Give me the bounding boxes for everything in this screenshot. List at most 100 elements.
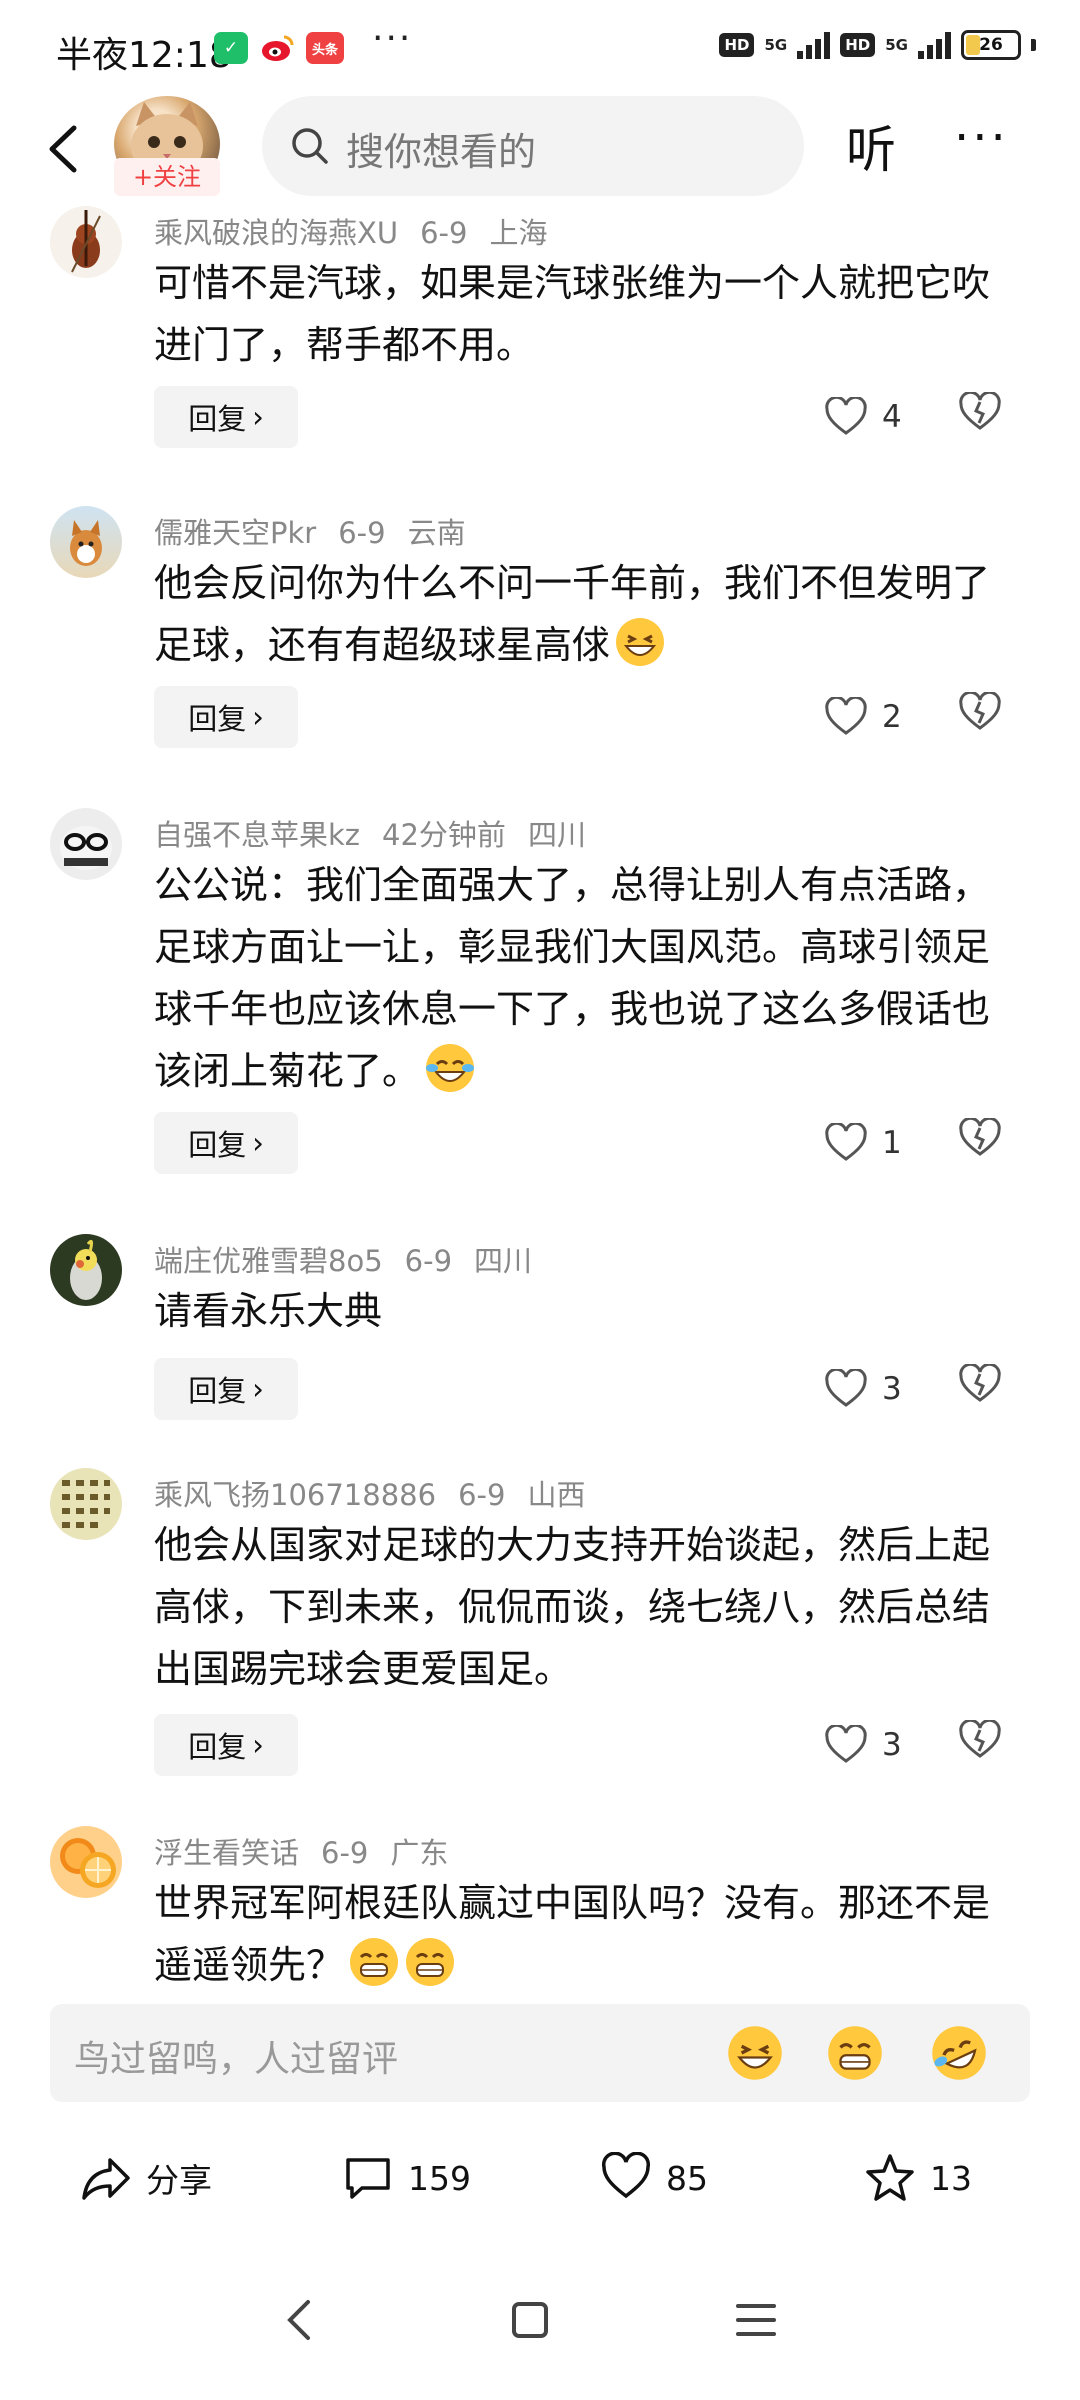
glasses-avatar[interactable]	[50, 808, 122, 880]
like-count: 3	[882, 1371, 902, 1407]
dog-avatar[interactable]	[50, 506, 122, 578]
system-home-icon[interactable]	[500, 2290, 560, 2350]
share-icon	[82, 2158, 130, 2200]
dislike-button[interactable]	[958, 1362, 1008, 1414]
share-label: 分享	[146, 2161, 212, 2200]
reply-label: 回复	[188, 1730, 247, 1764]
comment-text: 世界冠军阿根廷队赢过中国队吗？没有。那还不是遥遥领先？	[154, 1872, 1004, 1992]
reply-label: 回复	[188, 1128, 247, 1162]
like-count: 4	[882, 399, 902, 435]
follow-button[interactable]: +关注	[114, 158, 220, 196]
reply-label: 回复	[188, 402, 247, 436]
share-button[interactable]: 分享	[80, 2152, 212, 2204]
comment-location: 云南	[407, 516, 466, 550]
like-count: 2	[882, 699, 902, 735]
violin-avatar[interactable]	[50, 206, 122, 278]
favorite-button[interactable]: 13	[864, 2152, 972, 2204]
comment-location: 山西	[527, 1478, 586, 1512]
dislike-button[interactable]	[958, 1718, 1008, 1770]
chevron-right-icon: ›	[252, 700, 264, 734]
comment-username[interactable]: 自强不息苹果kz	[154, 818, 360, 852]
status-bar: 半夜12:18 ✓ 头条 ··· HD 5G HD 5G 26	[0, 0, 1080, 96]
reply-button[interactable]: 回复 ›	[154, 386, 298, 448]
comment-location: 广东	[390, 1836, 449, 1870]
comment-meta: 浮生看笑话 6-9 广东	[154, 1830, 470, 1872]
calligraphy-avatar[interactable]	[50, 1468, 122, 1540]
search-icon	[292, 128, 328, 164]
comment-username[interactable]: 端庄优雅雪碧8o5	[154, 1244, 383, 1278]
comment-username[interactable]: 浮生看笑话	[154, 1836, 299, 1870]
broken-heart-icon	[959, 390, 1001, 430]
comment-button[interactable]: 159	[342, 2152, 471, 2204]
grinning-emoji-icon	[406, 1938, 455, 1986]
like-post-count: 85	[666, 2158, 708, 2198]
laughing-emoji-icon[interactable]	[726, 2024, 784, 2082]
signal-icon-2	[918, 31, 951, 59]
dislike-button[interactable]	[958, 1116, 1008, 1168]
star-icon	[866, 2154, 914, 2201]
grinning-emoji-icon[interactable]	[826, 2024, 884, 2082]
chevron-right-icon: ›	[252, 400, 264, 434]
top-nav: +关注 搜你想看的 听 ···	[0, 96, 1080, 206]
comment-count: 159	[408, 2158, 471, 2198]
comment-date: 42分钟前	[382, 818, 506, 852]
like-button[interactable]: 3	[824, 1364, 914, 1414]
comment-location: 上海	[489, 216, 548, 250]
network-label-2: 5G	[885, 35, 908, 54]
reply-label: 回复	[188, 1374, 247, 1408]
comment-input[interactable]: 鸟过留鸣，人过留评	[50, 2004, 1030, 2102]
grinning-emoji-icon	[350, 1938, 399, 1986]
rofl-emoji-icon[interactable]	[930, 2024, 988, 2082]
battery-icon: 26	[961, 30, 1021, 60]
reply-button[interactable]: 回复 ›	[154, 1714, 298, 1776]
like-post-button[interactable]: 85	[600, 2152, 708, 2204]
comment-list[interactable]: 乘风破浪的海燕XU 6-9 上海 可惜不是汽球，如果是汽球张维为一个人就把它吹进门了…	[0, 206, 1080, 1992]
battery-cap	[1031, 39, 1036, 51]
bottom-action-bar: 分享 159 85 13	[0, 2130, 1080, 2240]
like-button[interactable]: 4	[824, 392, 914, 442]
reply-label: 回复	[188, 702, 247, 736]
like-button[interactable]: 2	[824, 692, 914, 742]
hd-badge: HD	[719, 33, 755, 57]
reply-button[interactable]: 回复 ›	[154, 1358, 298, 1420]
reply-button[interactable]: 回复 ›	[154, 686, 298, 748]
listen-button[interactable]: 听	[846, 110, 896, 182]
comment-meta: 儒雅天空Pkr 6-9 云南	[154, 510, 488, 552]
status-more-dots: ···	[372, 18, 413, 59]
dislike-button[interactable]	[958, 390, 1008, 442]
chevron-right-icon: ›	[252, 1372, 264, 1406]
like-button[interactable]: 3	[824, 1720, 914, 1770]
screen: { "status_bar": { "time": "半夜12:18", "hd…	[0, 0, 1080, 2400]
comment-meta: 端庄优雅雪碧8o5 6-9 四川	[154, 1238, 554, 1280]
comment-text: 他会反问你为什么不问一千年前，我们不但发明了足球，还有有超级球星高俅	[154, 552, 1004, 676]
broken-heart-icon	[959, 690, 1001, 730]
crying-laughing-emoji-icon	[426, 1044, 475, 1092]
comment-text-body: 世界冠军阿根廷队赢过中国队吗？没有。那还不是遥遥领先？	[154, 1881, 991, 1987]
shield-app-icon: ✓	[214, 32, 248, 64]
broken-heart-icon	[959, 1362, 1001, 1402]
comment-username[interactable]: 乘风破浪的海燕XU	[154, 216, 398, 250]
heart-icon	[825, 1725, 867, 1763]
comment-date: 6-9	[420, 216, 468, 250]
system-back-icon[interactable]	[270, 2290, 330, 2350]
back-button[interactable]	[30, 114, 100, 184]
weibo-app-icon	[258, 32, 298, 64]
like-count: 1	[882, 1125, 902, 1161]
battery-level: 26	[979, 35, 1003, 55]
heart-icon	[825, 1369, 867, 1407]
dislike-button[interactable]	[958, 690, 1008, 742]
comment-username[interactable]: 乘风飞扬106718886	[154, 1478, 436, 1512]
toutiao-app-icon: 头条	[306, 32, 344, 64]
comment-text: 公公说：我们全面强大了，总得让别人有点活路，足球方面让一让，彰显我们大国风范。高…	[154, 854, 1004, 1102]
comment-date: 6-9	[338, 516, 386, 550]
like-button[interactable]: 1	[824, 1118, 914, 1168]
network-label: 5G	[764, 35, 788, 54]
heart-icon	[601, 2152, 651, 2199]
comment-username[interactable]: 儒雅天空Pkr	[154, 516, 316, 550]
orange-avatar[interactable]	[50, 1826, 122, 1898]
parrot-avatar[interactable]	[50, 1234, 122, 1306]
system-menu-icon[interactable]	[726, 2290, 786, 2350]
reply-button[interactable]: 回复 ›	[154, 1112, 298, 1174]
search-box[interactable]: 搜你想看的	[262, 96, 804, 196]
more-button[interactable]: ···	[954, 110, 1009, 166]
